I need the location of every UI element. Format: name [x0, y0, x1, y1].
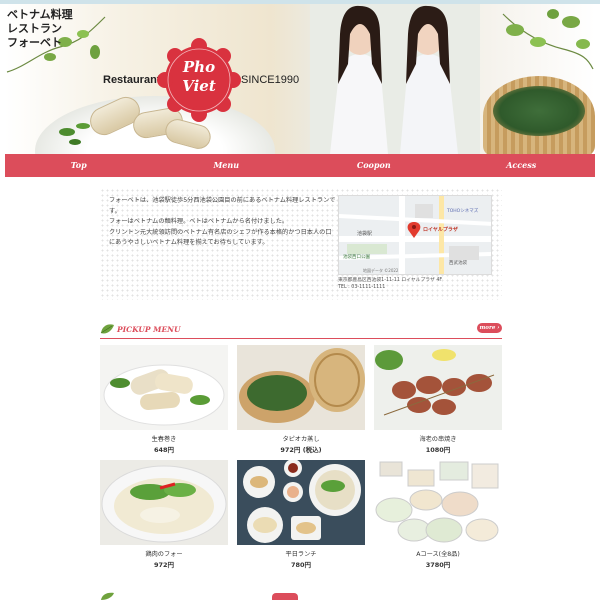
pickup-menu-header: PICKUP MENU more ›: [100, 323, 502, 339]
intro-paragraph: フォーはベトナムの麺料理。ベトはベトナムから名付けました。: [109, 218, 289, 226]
map-label-station: 池袋駅: [357, 231, 373, 237]
main-nav: Top Menu Coopon Access: [5, 154, 595, 177]
menu-item-price: 648円: [153, 446, 175, 454]
map-label-park: 池袋西口公園: [343, 255, 370, 260]
menu-item-name: タピオカ蒸し: [282, 436, 320, 443]
map-label-toho: TOHOシネマズ: [447, 209, 479, 214]
menu-item-price: 3780円: [425, 561, 451, 569]
nav-item-menu[interactable]: Menu: [153, 154, 301, 177]
nav-item-top[interactable]: Top: [5, 154, 153, 177]
nav-item-coupon[interactable]: Coopon: [300, 154, 448, 177]
herb-decoration: [59, 123, 90, 145]
map-label-building: ロイヤルプラザ: [423, 227, 458, 233]
map-label-seibu: 西武池袋: [449, 261, 467, 266]
since-label: SINCE1990: [241, 74, 300, 86]
pickup-menu-title: PICKUP MENU: [117, 325, 181, 334]
logo-line-1: ベトナム料理: [7, 8, 73, 21]
chicken-pho-image: [100, 460, 228, 545]
logo-line-3: フォーベト: [7, 36, 62, 49]
badge-line-2: Viet: [182, 77, 216, 95]
address-text: 東京都豊島区西池袋1-11-11 ロイヤルプラザ 4F: [338, 278, 443, 283]
weekday-lunch-image: [237, 460, 365, 545]
leaf-icon: [101, 592, 114, 600]
menu-item-name: Aコース(全8品): [416, 551, 460, 558]
logo-text[interactable]: ベトナム料理 レストラン フォーベト: [7, 8, 73, 50]
next-section-peek: [100, 592, 502, 600]
more-button-label: more: [479, 325, 496, 331]
women-in-ao-dai-image: [310, 4, 480, 154]
spring-rolls-image: [100, 345, 228, 430]
badge-line-1: Pho: [182, 58, 216, 76]
menu-item-price: 972円: [153, 561, 175, 569]
intro-text: フォーベトは、池袋駅徒歩5分西池袋公園目の前にあるベトナム料理レストランです。 …: [109, 196, 337, 249]
shrimp-skewer-image: [374, 345, 502, 430]
menu-item-name: 生春巻き: [151, 436, 177, 443]
menu-item-price: 1080円: [425, 446, 451, 454]
intro-section: フォーベトは、池袋駅徒歩5分西池袋公園目の前にあるベトナム料理レストランです。 …: [100, 188, 502, 300]
more-button[interactable]: more ›: [477, 323, 502, 333]
badge-text: Pho Viet: [157, 58, 241, 96]
section-more-button[interactable]: [272, 593, 298, 600]
leaf-icon: [100, 324, 114, 334]
restaurant-label: Restaurant: [103, 74, 161, 86]
steamer-food-image: [493, 86, 585, 136]
tel-text: TEL : 03-1111-1111: [338, 285, 386, 290]
a-course-image: [374, 460, 502, 545]
menu-item-price: 972円 (税込): [280, 446, 322, 454]
map-data-credit: 地図データ ©2022: [363, 268, 399, 273]
menu-item-name: 鶏肉のフォー: [145, 551, 183, 558]
header-banner: ベトナム料理 レストラン フォーベト Restaurant Pho Viet S…: [5, 4, 595, 154]
intro-paragraph: フォーベトは、池袋駅徒歩5分西池袋公園目の前にあるベトナム料理レストランです。: [109, 197, 336, 215]
menu-item-name: 平日ランチ: [285, 551, 317, 558]
logo-line-2: レストラン: [7, 22, 62, 35]
tapioca-steamed-image: [237, 345, 365, 430]
nav-item-access[interactable]: Access: [448, 154, 596, 177]
menu-item-price: 780円: [290, 561, 312, 569]
intro-paragraph: クリントン元大統領訪問のベトナム有名店のシェフが作る本格的かつ日本人の口にあうや…: [109, 228, 332, 247]
menu-item-name: 海老の串焼き: [419, 436, 457, 443]
google-map[interactable]: 池袋駅 ロイヤルプラザ TOHOシネマズ 池袋西口公園 西武池袋 地図データ ©…: [338, 195, 492, 275]
vine-decoration-right: [502, 9, 594, 70]
